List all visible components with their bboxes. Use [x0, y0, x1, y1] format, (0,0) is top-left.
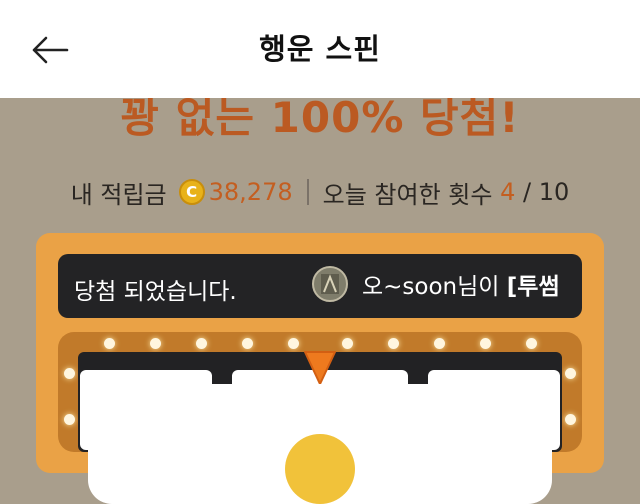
- stats-bar: 내 적립금 C 38,278 오늘 참여한 횟수 4 / 10: [0, 174, 640, 210]
- prize-coin-icon: [285, 434, 355, 504]
- stats-divider: [306, 179, 309, 205]
- winner-ticker: 당첨 되었습니다. 오~soon님이 [투썸: [58, 254, 582, 318]
- points-value: 38,278: [208, 178, 293, 206]
- light-dot: [64, 414, 75, 425]
- top-app-bar: 행운 스핀: [0, 0, 640, 98]
- page-title: 행운 스핀: [259, 32, 381, 66]
- light-dot: [196, 338, 207, 349]
- participation-label: 오늘 참여한 횟수: [322, 180, 493, 209]
- avatar: [312, 266, 348, 302]
- ticker-text: 당첨 되었습니다.: [74, 279, 237, 305]
- light-dot: [104, 338, 115, 349]
- coin-icon: C: [178, 179, 205, 205]
- light-dot: [565, 414, 576, 425]
- participation-max: 10: [538, 178, 570, 206]
- light-dot: [342, 338, 353, 349]
- points-label: 내 적립금: [70, 180, 167, 209]
- ticker-prize: [투썸: [506, 274, 560, 300]
- user-photo-icon: [321, 274, 339, 294]
- ticker-user: 오~soon님이: [362, 274, 500, 300]
- participation-current: 4: [500, 178, 516, 206]
- light-dot: [565, 368, 576, 379]
- pointer-icon: [304, 351, 336, 385]
- light-dot: [242, 338, 253, 349]
- light-dot: [526, 338, 537, 349]
- light-dot: [64, 368, 75, 379]
- ticker-item: 오~soon님이 [투썸: [312, 266, 560, 302]
- light-dot: [434, 338, 445, 349]
- light-dot: [150, 338, 161, 349]
- light-dot: [480, 338, 491, 349]
- participation-separator: /: [523, 178, 532, 206]
- light-dot: [288, 338, 299, 349]
- light-dot: [388, 338, 399, 349]
